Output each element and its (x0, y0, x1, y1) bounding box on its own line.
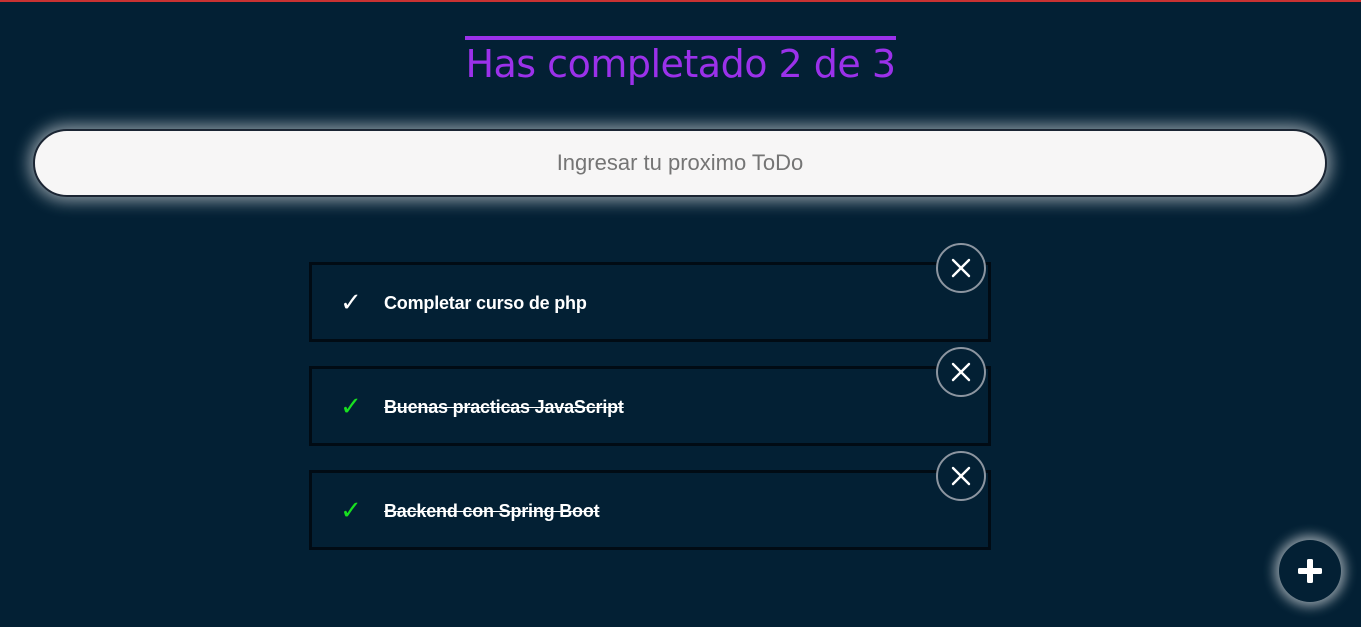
check-icon[interactable]: ✓ (338, 495, 364, 525)
todo-page: Has completado 2 de 3 ✓ Completar curso … (0, 0, 1361, 627)
todo-text: Buenas practicas JavaScript (384, 397, 624, 417)
top-divider (0, 0, 1361, 2)
close-icon (951, 466, 971, 486)
delete-button[interactable] (936, 243, 986, 293)
todo-text: Completar curso de php (384, 293, 587, 313)
check-icon[interactable]: ✓ (338, 391, 364, 421)
page-title: Has completado 2 de 3 (465, 36, 896, 86)
delete-button[interactable] (936, 451, 986, 501)
plus-icon (1298, 559, 1322, 583)
todo-item: ✓ Backend con Spring Boot (309, 451, 991, 550)
close-icon (951, 362, 971, 382)
header: Has completado 2 de 3 (0, 36, 1361, 86)
todo-item: ✓ Buenas practicas JavaScript (309, 347, 991, 446)
check-icon[interactable]: ✓ (338, 287, 364, 317)
add-todo-button[interactable] (1279, 540, 1341, 602)
delete-button[interactable] (936, 347, 986, 397)
todo-list: ✓ Completar curso de php ✓ Buenas practi… (309, 243, 991, 574)
todo-text: Backend con Spring Boot (384, 501, 600, 521)
close-icon (951, 258, 971, 278)
todo-input[interactable] (33, 129, 1327, 197)
todo-item: ✓ Completar curso de php (309, 243, 991, 342)
